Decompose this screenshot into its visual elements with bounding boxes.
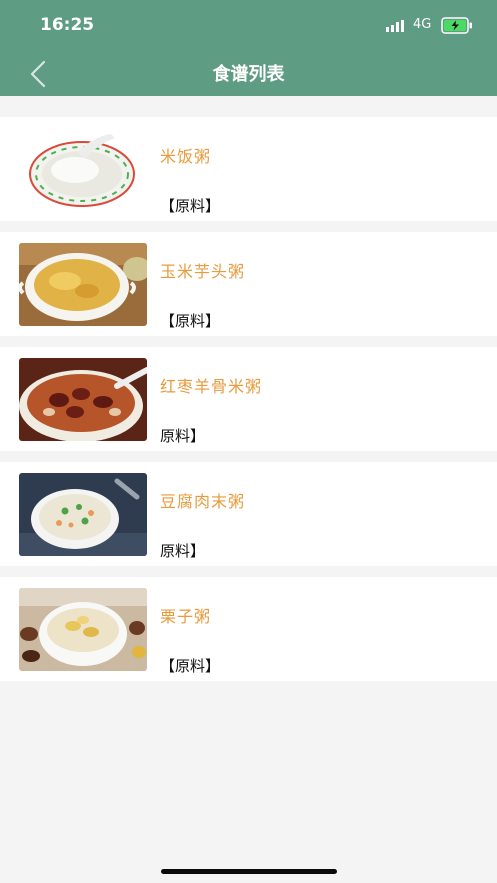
network-type: 4G xyxy=(413,17,432,32)
recipe-thumbnail xyxy=(19,243,147,326)
recipe-thumbnail xyxy=(19,128,147,211)
recipe-list-item[interactable]: 玉米芋头粥 【原料】 xyxy=(0,232,497,336)
recipe-thumbnail xyxy=(19,473,147,556)
recipe-list-item[interactable]: 栗子粥 【原料】 xyxy=(0,577,497,681)
recipe-name: 栗子粥 xyxy=(160,607,212,626)
page-title: 食谱列表 xyxy=(212,64,285,85)
recipe-thumbnail xyxy=(19,588,147,671)
signal-icon xyxy=(386,20,404,32)
recipe-thumbnail xyxy=(19,358,147,441)
recipe-list-item[interactable]: 米饭粥 【原料】 xyxy=(0,117,497,221)
ingredients-label: 原料】 xyxy=(160,427,206,445)
status-time: 16:25 xyxy=(40,15,95,35)
ingredients-label: 【原料】 xyxy=(160,312,221,330)
recipe-name: 红枣羊骨米粥 xyxy=(160,377,263,396)
recipe-list-item[interactable]: 豆腐肉末粥 原料】 xyxy=(0,462,497,566)
ingredients-label: 【原料】 xyxy=(160,657,221,675)
ingredients-label: 原料】 xyxy=(160,542,206,560)
home-indicator[interactable] xyxy=(161,869,337,874)
recipe-list-item[interactable]: 红枣羊骨米粥 原料】 xyxy=(0,347,497,451)
recipe-name: 玉米芋头粥 xyxy=(160,262,246,281)
recipe-name: 豆腐肉末粥 xyxy=(160,492,246,511)
battery-charging-icon xyxy=(441,17,472,34)
recipe-name: 米饭粥 xyxy=(160,147,212,166)
navigation-header: 16:25 4G 食谱列表 xyxy=(0,0,497,96)
ingredients-label: 【原料】 xyxy=(160,197,221,215)
